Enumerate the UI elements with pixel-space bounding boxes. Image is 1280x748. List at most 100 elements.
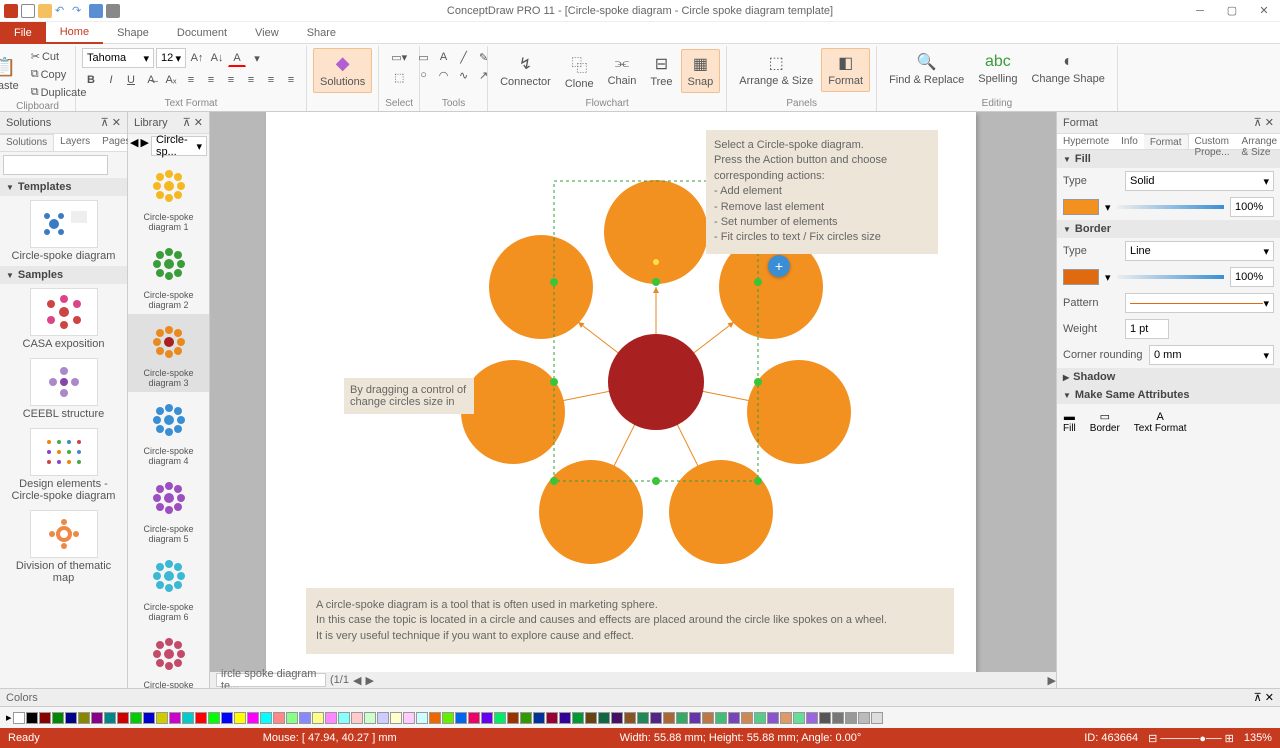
palette-color[interactable] <box>481 712 493 724</box>
palette-color[interactable] <box>104 712 116 724</box>
palette-color[interactable] <box>793 712 805 724</box>
palette-color[interactable] <box>754 712 766 724</box>
palette-color[interactable] <box>819 712 831 724</box>
close-button[interactable]: ✕ <box>1248 0 1280 22</box>
shadow-section[interactable]: Shadow <box>1057 368 1280 386</box>
font-color-button[interactable]: A <box>228 49 246 67</box>
fill-opacity-input[interactable]: 100% <box>1230 197 1274 217</box>
palette-color[interactable] <box>182 712 194 724</box>
align-right-button[interactable]: ≡ <box>222 71 240 89</box>
palette-color[interactable] <box>871 712 883 724</box>
palette-color[interactable] <box>247 712 259 724</box>
palette-color[interactable] <box>572 712 584 724</box>
close-panel-icon[interactable]: ✕ <box>112 117 121 129</box>
palette-color[interactable] <box>806 712 818 724</box>
palette-color[interactable] <box>533 712 545 724</box>
palette-color[interactable] <box>195 712 207 724</box>
format-button[interactable]: ◧Format <box>821 48 870 92</box>
palette-nav-icon[interactable]: ▸ <box>6 711 12 724</box>
close-panel-icon[interactable]: ✕ <box>1265 692 1274 704</box>
library-combo[interactable]: Circle-sp...▾ <box>151 136 207 156</box>
font-name-combo[interactable]: Tahoma▾ <box>82 48 154 68</box>
bold-button[interactable]: B <box>82 71 100 89</box>
weight-input[interactable]: 1 pt <box>1125 319 1169 339</box>
templates-section[interactable]: Templates <box>0 178 127 196</box>
palette-color[interactable] <box>377 712 389 724</box>
library-item[interactable]: Circle-spoke diagram 5 <box>128 470 209 548</box>
palette-color[interactable] <box>845 712 857 724</box>
snap-button[interactable]: ▦Snap <box>681 49 721 93</box>
same-attrs-section[interactable]: Make Same Attributes <box>1057 386 1280 404</box>
canvas-area[interactable]: + Select a Circle-spoke diagram. Press t… <box>210 112 1056 688</box>
fill-color-swatch[interactable] <box>1063 199 1099 215</box>
tab-shape[interactable]: Shape <box>103 22 163 44</box>
palette-color[interactable] <box>416 712 428 724</box>
doc-tab[interactable]: ircle spoke diagram te... <box>216 673 326 687</box>
minimize-button[interactable]: ─ <box>1184 0 1216 22</box>
same-fill-button[interactable]: ▬Fill <box>1063 411 1076 434</box>
close-panel-icon[interactable]: ✕ <box>1265 117 1274 129</box>
solutions-button[interactable]: ◆ Solutions <box>313 48 372 93</box>
format-tab-arrange[interactable]: Arrange & Size <box>1236 134 1280 149</box>
palette-color[interactable] <box>325 712 337 724</box>
arc-tool[interactable]: ◠ <box>435 66 453 84</box>
palette-color[interactable] <box>442 712 454 724</box>
palette-color[interactable] <box>234 712 246 724</box>
change-shape-button[interactable]: ◐Change Shape <box>1025 49 1110 89</box>
action-button[interactable]: + <box>768 255 790 277</box>
zoom-out-icon[interactable]: ⊟ ─────●── ⊞ <box>1148 732 1234 745</box>
palette-color[interactable] <box>156 712 168 724</box>
template-item[interactable]: Circle-spoke diagram <box>0 196 127 266</box>
lib-prev-icon[interactable]: ◀ <box>130 136 138 156</box>
pin-icon[interactable]: ⊼ <box>1254 692 1262 704</box>
solutions-search[interactable] <box>3 155 108 175</box>
page-next-icon[interactable]: ▶ <box>365 674 373 687</box>
palette-color[interactable] <box>585 712 597 724</box>
palette-color[interactable] <box>728 712 740 724</box>
new-icon[interactable] <box>21 4 35 18</box>
palette-color[interactable] <box>390 712 402 724</box>
same-text-button[interactable]: AText Format <box>1134 411 1187 434</box>
palette-color[interactable] <box>468 712 480 724</box>
border-opacity-input[interactable]: 100% <box>1230 267 1274 287</box>
palette-color[interactable] <box>429 712 441 724</box>
palette-color[interactable] <box>260 712 272 724</box>
solutions-tab[interactable]: Solutions <box>0 134 54 151</box>
pattern-combo[interactable]: ▾ <box>1125 293 1274 313</box>
border-type-combo[interactable]: Line▾ <box>1125 241 1274 261</box>
pin-icon[interactable]: ⊼ <box>101 117 109 129</box>
subscript-button[interactable]: Aₓ <box>162 71 180 89</box>
palette-color[interactable] <box>702 712 714 724</box>
palette-color[interactable] <box>208 712 220 724</box>
connector-button[interactable]: ↯Connector <box>494 50 557 92</box>
palette-color[interactable] <box>624 712 636 724</box>
text-tool[interactable]: A <box>435 48 453 66</box>
palette-color[interactable] <box>312 712 324 724</box>
palette-color[interactable] <box>689 712 701 724</box>
palette-color[interactable] <box>13 712 25 724</box>
palette-color[interactable] <box>611 712 623 724</box>
spelling-button[interactable]: abcSpelling <box>972 49 1023 89</box>
palette-color[interactable] <box>221 712 233 724</box>
palette-color[interactable] <box>637 712 649 724</box>
open-icon[interactable] <box>38 4 52 18</box>
palette-color[interactable] <box>26 712 38 724</box>
palette-color[interactable] <box>858 712 870 724</box>
palette-color[interactable] <box>65 712 77 724</box>
palette-color[interactable] <box>351 712 363 724</box>
corner-combo[interactable]: 0 mm▾ <box>1149 345 1274 365</box>
palette-color[interactable] <box>559 712 571 724</box>
palette-color[interactable] <box>650 712 662 724</box>
tree-button[interactable]: ⊟Tree <box>644 50 678 92</box>
palette-color[interactable] <box>494 712 506 724</box>
tab-view[interactable]: View <box>241 22 293 44</box>
palette-color[interactable] <box>286 712 298 724</box>
align-middle-button[interactable]: ≡ <box>262 71 280 89</box>
print-icon[interactable] <box>106 4 120 18</box>
palette-color[interactable] <box>546 712 558 724</box>
library-item[interactable]: Circle-spoke diagram 1 <box>128 158 209 236</box>
highlight-button[interactable]: ▾ <box>248 49 266 67</box>
save-icon[interactable] <box>89 4 103 18</box>
undo-icon[interactable]: ↶ <box>55 4 69 18</box>
ellipse-tool[interactable]: ○ <box>415 66 433 84</box>
